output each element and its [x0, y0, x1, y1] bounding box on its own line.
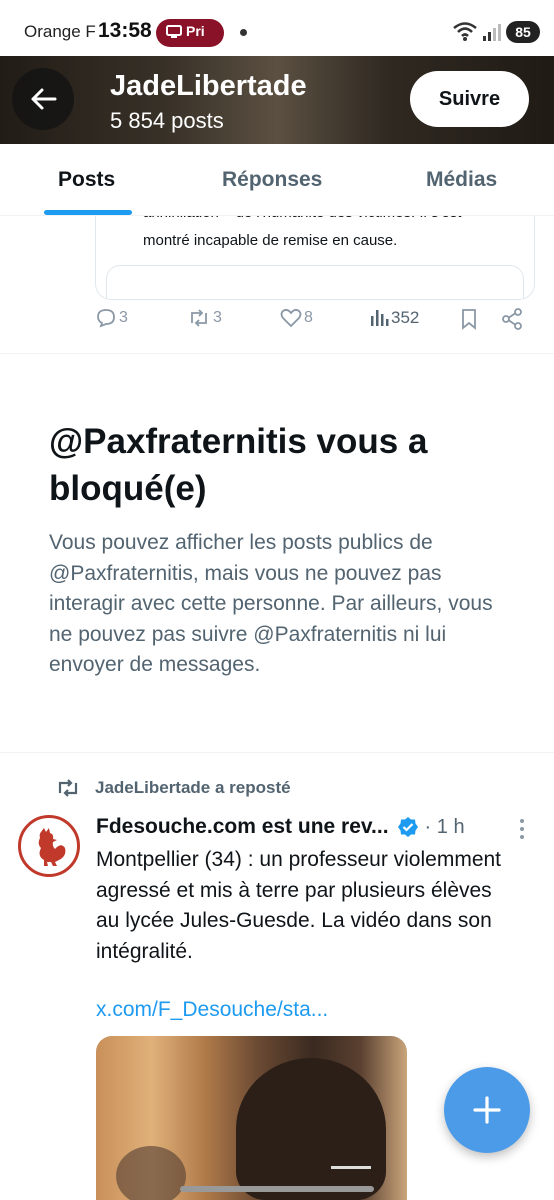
screen-record-label: Pri [186, 23, 205, 39]
home-indicator[interactable] [180, 1186, 374, 1192]
rooster-logo-icon [38, 828, 66, 866]
quoted-tweet-card[interactable] [106, 265, 524, 299]
tab-posts[interactable]: Posts [58, 168, 115, 192]
notification-dot [240, 29, 247, 36]
tweet-divider [0, 353, 554, 354]
video-frame-shape [331, 1166, 371, 1178]
views-button[interactable]: 352 [369, 308, 419, 328]
blocked-description: Vous pouvez afficher les posts publics d… [49, 531, 493, 676]
tweet-actions: 3 3 8 352 [95, 306, 535, 336]
tweet-video-thumbnail[interactable] [96, 1036, 407, 1200]
screen-record-pill[interactable]: Pri [156, 19, 224, 47]
tweet-author-row: Fdesouche.com est une rev... · 1 h [96, 813, 465, 841]
battery-indicator: 85 [506, 21, 540, 43]
blocked-divider [0, 752, 554, 753]
repost-count: 3 [213, 309, 222, 326]
follow-button[interactable]: Suivre [410, 71, 529, 127]
plus-icon [473, 1096, 501, 1124]
tweet-text: Montpellier (34) : un professeur violemm… [96, 848, 502, 963]
more-options-icon[interactable] [512, 818, 532, 840]
reply-icon [97, 309, 115, 328]
screen-cast-icon [166, 25, 182, 38]
carrier-label: Orange F [24, 22, 96, 41]
bookmark-icon[interactable] [459, 308, 479, 330]
views-icon [371, 310, 389, 326]
repost-label: JadeLibertade a reposté [95, 778, 291, 797]
tab-replies[interactable]: Réponses [222, 168, 322, 192]
tweet-time: · 1 h [424, 815, 465, 838]
clock: 13:58 [98, 19, 152, 42]
repost-icon [58, 779, 78, 797]
avatar[interactable] [18, 815, 80, 877]
compose-button[interactable] [444, 1067, 530, 1153]
cell-signal-icon [483, 24, 501, 41]
partial-tweet-line: montré incapable de remise en cause. [143, 232, 398, 249]
repost-button[interactable]: 3 [187, 308, 222, 328]
profile-name: JadeLibertade [110, 70, 307, 102]
tabs-divider [0, 215, 554, 216]
video-frame-shape [236, 1058, 386, 1200]
author-name[interactable]: Fdesouche.com est une rev... [96, 815, 389, 839]
repost-indicator[interactable]: JadeLibertade a reposté [55, 776, 291, 800]
verified-badge-icon [397, 817, 418, 837]
reply-count: 3 [119, 309, 128, 326]
profile-header: JadeLibertade 5 854 posts Suivre [0, 56, 554, 144]
like-button[interactable]: 8 [280, 308, 313, 328]
wifi-icon [453, 22, 477, 41]
back-button[interactable] [12, 68, 74, 130]
views-count: 352 [391, 308, 420, 327]
share-icon[interactable] [501, 308, 523, 330]
video-frame-shape [116, 1146, 186, 1200]
reply-button[interactable]: 3 [95, 308, 128, 328]
tab-media[interactable]: Médias [426, 168, 497, 192]
profile-post-count: 5 854 posts [110, 108, 224, 133]
status-bar: Orange F 13:58 Pri 85 [0, 0, 554, 60]
heart-icon [280, 308, 302, 328]
like-count: 8 [304, 309, 313, 326]
profile-tabs: Posts Réponses Médias [0, 144, 554, 216]
arrow-left-icon [31, 88, 57, 110]
tweet-link[interactable]: x.com/F_Desouche/sta... [96, 998, 328, 1022]
repost-icon [191, 309, 207, 327]
blocked-title: @Paxfraternitis vous a bloqué(e) [49, 422, 428, 508]
